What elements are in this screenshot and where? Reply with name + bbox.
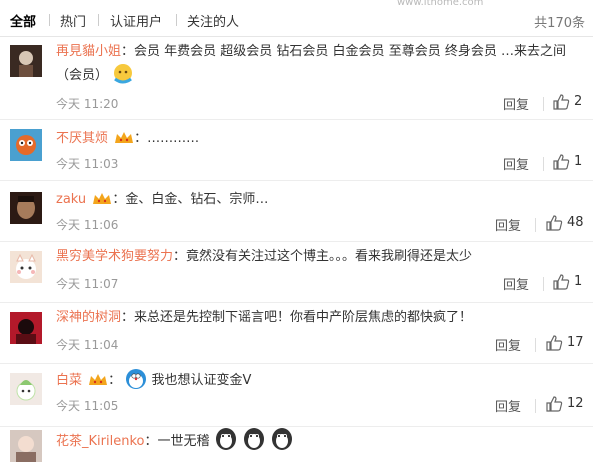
thumbs-up-icon (553, 154, 570, 170)
avatar[interactable] (10, 129, 42, 161)
tab-hot[interactable]: 热门 (60, 11, 86, 30)
comment-time: 今天 11:04 (56, 338, 119, 352)
like-count: 48 (567, 215, 584, 230)
comment-content: 白菜 ： 我也想认证变金V (56, 368, 581, 398)
comment-time: 今天 11:20 (56, 97, 119, 111)
comment-content: zaku ：金、白金、钻石、宗师… (56, 189, 581, 215)
comment-time: 今天 11:03 (56, 157, 119, 171)
divider (535, 399, 536, 413)
thumbs-up-icon (546, 215, 563, 231)
comment-item: zaku ：金、白金、钻石、宗师… 今天 11:06 回复 48 (0, 181, 593, 242)
comment-text: 一世无稽 (157, 434, 210, 449)
vip-badge-icon (92, 191, 112, 215)
colon: ： (144, 434, 158, 449)
divider (535, 218, 536, 232)
tab-divider (98, 14, 99, 26)
colon: ： (108, 373, 122, 388)
avatar[interactable] (10, 45, 42, 77)
colon: ： (134, 131, 148, 146)
like-count: 1 (574, 154, 583, 169)
comment-item: 深神的树洞：来总还是先控制下谣言吧！你看中产阶层焦虑的都快疯了！ 今天 11:0… (0, 303, 593, 364)
avatar[interactable] (10, 373, 42, 405)
tab-verified-users[interactable]: 认证用户 (110, 11, 162, 30)
like-button[interactable]: 17 (545, 334, 587, 352)
comment-item: 花茶_Kirilenko：一世无稽 (0, 427, 593, 462)
comment-total-count: 共170条 (534, 16, 585, 31)
divider (543, 97, 544, 111)
comment-text: 我也想认证变金V (151, 373, 252, 388)
thumbs-up-icon (553, 274, 570, 290)
penguin-emoji-icon (214, 427, 238, 459)
vip-badge-icon (88, 372, 108, 396)
like-count: 2 (574, 94, 583, 109)
like-button[interactable]: 12 (545, 395, 587, 413)
avatar[interactable] (10, 192, 42, 224)
comment-time: 今天 11:06 (56, 218, 119, 232)
reply-button[interactable]: 回复 (495, 396, 521, 415)
comment-username[interactable]: 不厌其烦 (56, 131, 108, 146)
tab-divider (176, 14, 177, 26)
vip-badge-icon (114, 130, 134, 154)
tab-following[interactable]: 关注的人 (187, 11, 239, 30)
comment-item: 白菜 ： 我也想认证变金V 今天 11:05 回复 12 (0, 364, 593, 427)
comment-item: 不厌其烦 ：………… 今天 11:03 回复 1 (0, 120, 593, 181)
emoji-icon (112, 63, 134, 93)
tab-all[interactable]: 全部 (10, 11, 36, 30)
divider (543, 157, 544, 171)
colon: ： (121, 44, 135, 59)
comment-item: 黑穷美学术狗要努力：竟然没有关注过这个博主。。。看来我刷得还是太少 今天 11:… (0, 242, 593, 303)
penguin-emoji-icon (270, 427, 294, 459)
like-count: 12 (567, 396, 584, 411)
reply-button[interactable]: 回复 (503, 94, 529, 113)
penguin-emoji-icon (242, 427, 266, 459)
comment-filter-tabs: 全部 热门 认证用户 关注的人 共170条 (0, 0, 593, 37)
comment-text: 金、白金、钻石、宗师… (125, 192, 269, 207)
comment-username[interactable]: 再見貓小姐 (56, 44, 121, 59)
comment-username[interactable]: 花茶_Kirilenko (56, 434, 144, 449)
comment-content: 黑穷美学术狗要努力：竟然没有关注过这个博主。。。看来我刷得还是太少 (56, 246, 581, 268)
comment-item: 再見貓小姐：会员 年费会员 超级会员 钻石会员 白金会员 至尊会员 终身会员 …… (0, 37, 593, 120)
avatar[interactable] (10, 430, 42, 462)
like-button[interactable]: 1 (552, 273, 586, 291)
comment-username[interactable]: 黑穷美学术狗要努力 (56, 249, 173, 264)
comment-text: 竟然没有关注过这个博主。。。看来我刷得还是太少 (186, 249, 473, 264)
comment-time: 今天 11:07 (56, 277, 119, 291)
colon: ： (121, 310, 135, 325)
divider (535, 338, 536, 352)
comment-username[interactable]: 深神的树洞 (56, 310, 121, 325)
comment-text: ………… (147, 131, 200, 146)
thumbs-up-icon (553, 94, 570, 110)
thumbs-up-icon (546, 396, 563, 412)
reply-button[interactable]: 回复 (503, 154, 529, 173)
divider (543, 277, 544, 291)
comment-time: 今天 11:05 (56, 399, 119, 413)
comment-content: 深神的树洞：来总还是先控制下谣言吧！你看中产阶层焦虑的都快疯了！ (56, 307, 581, 329)
like-count: 17 (567, 335, 584, 350)
comment-content: 不厌其烦 ：………… (56, 128, 581, 154)
colon: ： (173, 249, 187, 264)
like-button[interactable]: 2 (552, 93, 586, 111)
avatar[interactable] (10, 251, 42, 283)
comment-content: 再見貓小姐：会员 年费会员 超级会员 钻石会员 白金会员 至尊会员 终身会员 …… (56, 41, 581, 93)
colon: ： (112, 192, 126, 207)
comment-username[interactable]: zaku (56, 192, 86, 207)
reply-button[interactable]: 回复 (495, 335, 521, 354)
thumbs-up-icon (546, 335, 563, 351)
comment-username[interactable]: 白菜 (56, 373, 82, 388)
comment-content: 花茶_Kirilenko：一世无稽 (56, 427, 581, 459)
reply-button[interactable]: 回复 (503, 274, 529, 293)
tab-divider (49, 14, 50, 26)
comment-text: 来总还是先控制下谣言吧！你看中产阶层焦虑的都快疯了！ (134, 310, 473, 325)
doraemon-emoji-icon (125, 368, 147, 398)
like-button[interactable]: 1 (552, 153, 586, 171)
reply-button[interactable]: 回复 (495, 215, 521, 234)
like-count: 1 (574, 274, 583, 289)
avatar[interactable] (10, 312, 42, 344)
like-button[interactable]: 48 (545, 214, 587, 232)
